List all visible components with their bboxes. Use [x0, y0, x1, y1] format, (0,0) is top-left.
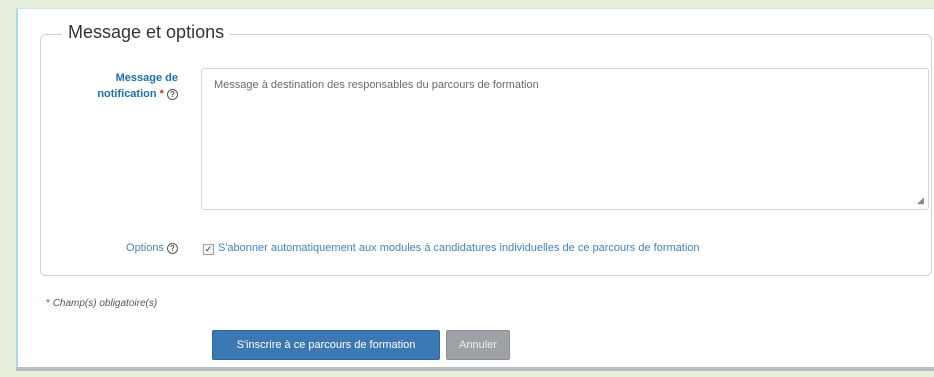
required-note-text: Champ(s) obligatoire(s) — [52, 298, 158, 309]
help-icon[interactable]: ? — [167, 88, 178, 100]
auto-subscribe-label[interactable]: S'abonner automatiquement aux modules à … — [218, 242, 700, 254]
help-icon[interactable]: ? — [167, 242, 178, 254]
message-label-text: Message de notification — [97, 72, 178, 100]
required-star: * — [46, 298, 50, 309]
auto-subscribe-checkbox[interactable]: ✓ — [203, 244, 214, 255]
required-star: * — [159, 88, 164, 100]
message-textarea[interactable]: Message à destination des responsables d… — [201, 68, 929, 210]
panel-bottom-border — [16, 367, 934, 371]
required-fields-note: * Champ(s) obligatoire(s) — [46, 298, 157, 309]
resize-handle-icon[interactable]: ◢ — [917, 196, 926, 205]
message-label: Message de notification * ? — [60, 70, 178, 102]
options-label-text: Options — [126, 242, 164, 254]
cancel-button[interactable]: Annuler — [446, 330, 510, 360]
options-label: Options ? — [100, 242, 178, 254]
subscribe-button[interactable]: S'inscrire à ce parcours de formation — [212, 330, 440, 360]
fieldset-legend: Message et options — [62, 22, 231, 43]
